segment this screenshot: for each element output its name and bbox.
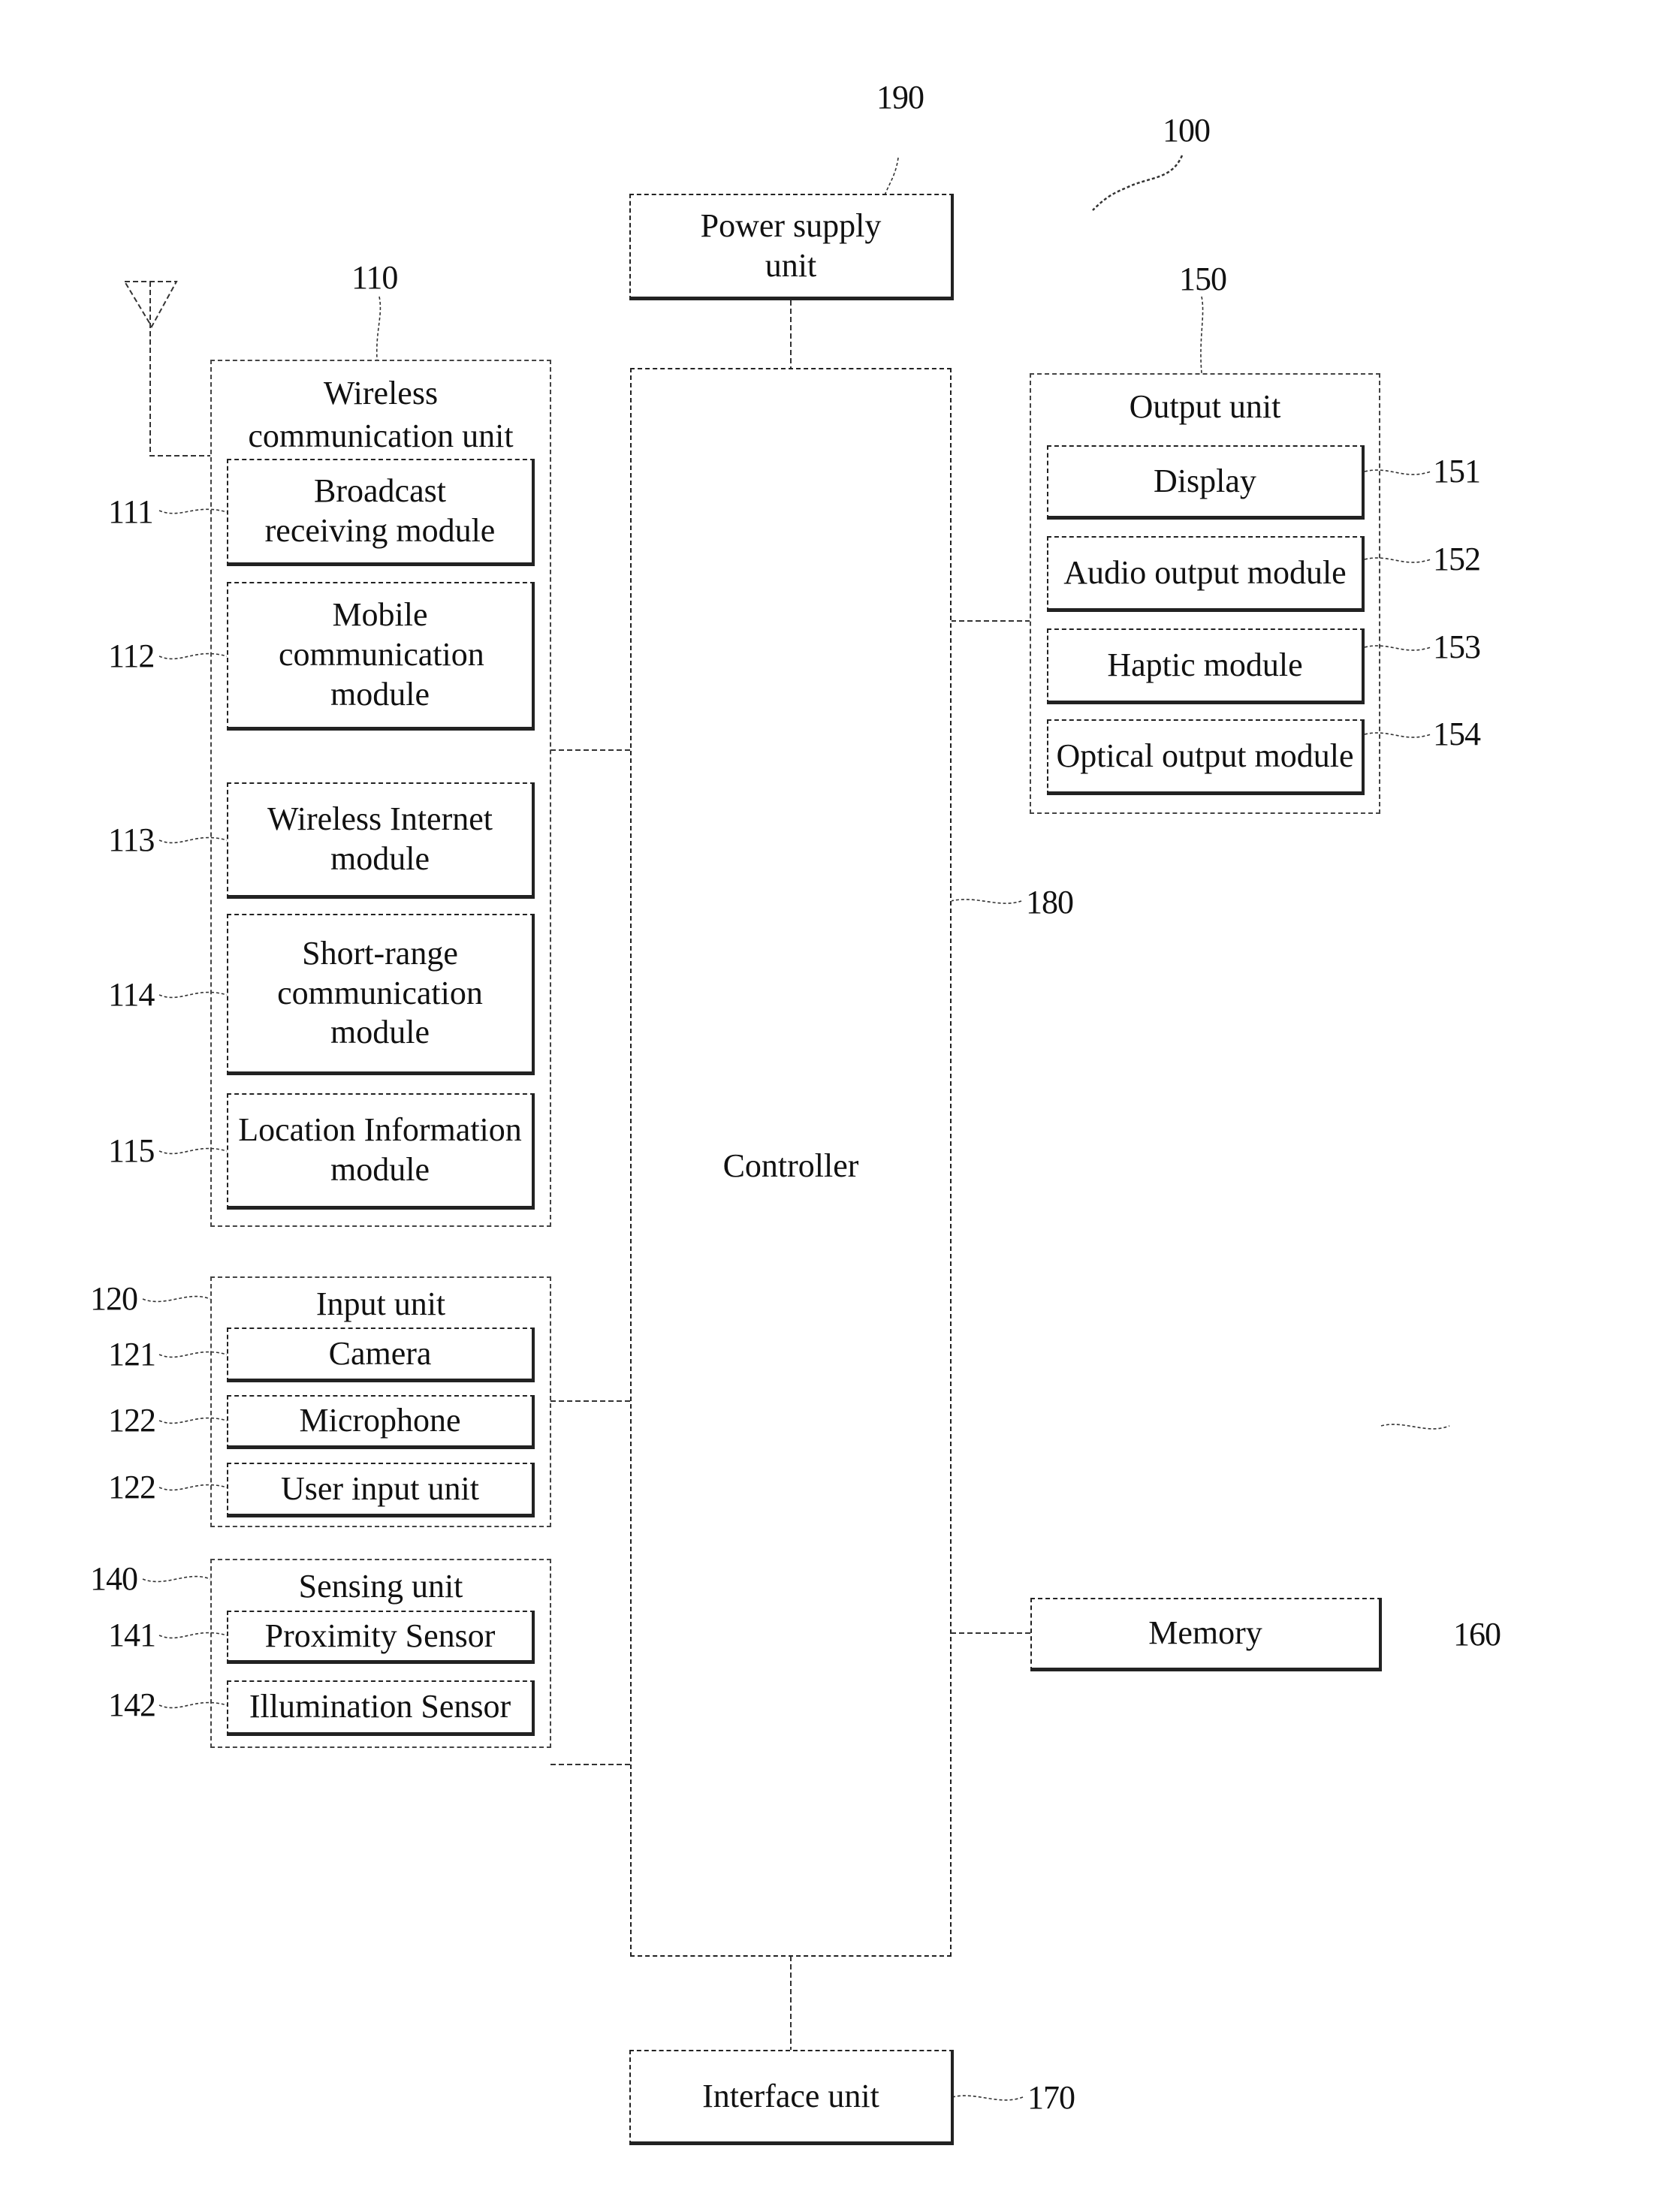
mobile-communication-module: Mobile communication module: [227, 582, 535, 731]
ref-115: 115: [108, 1132, 155, 1169]
leader-140: [142, 1575, 211, 1583]
ref-170: 170: [1027, 2079, 1075, 2116]
module-label: Broadcast receiving module: [264, 472, 496, 549]
module-label: Location Information module: [238, 1111, 522, 1188]
ref-151: 151: [1433, 453, 1481, 490]
ref-140: 140: [90, 1560, 138, 1597]
interface-label: Interface unit: [702, 2077, 879, 2114]
ref-120: 120: [90, 1280, 138, 1317]
wireless-internet-module: Wireless Internet module: [227, 782, 535, 899]
ref-112: 112: [108, 637, 155, 674]
module-label: User input unit: [281, 1469, 479, 1507]
leader-110: [376, 296, 382, 360]
controller-block: Controller: [630, 368, 952, 1957]
module-label: Display: [1154, 462, 1256, 499]
memory-label: Memory: [1148, 1614, 1262, 1652]
leader-150: [1200, 296, 1204, 374]
ref-114: 114: [108, 976, 155, 1013]
controller-label: Controller: [722, 1147, 859, 1184]
module-label: Wireless Internet module: [267, 800, 493, 877]
display-module: Display: [1047, 445, 1365, 520]
memory-block: Memory: [1030, 1598, 1382, 1671]
sensing-group-title: Sensing unit: [298, 1568, 463, 1605]
ref-141: 141: [108, 1617, 156, 1653]
module-label: Camera: [328, 1334, 432, 1372]
ref-122-microphone: 122: [108, 1402, 156, 1439]
leader-160: [1380, 1424, 1450, 1430]
ref-150: 150: [1179, 261, 1227, 297]
module-label: Mobile communication module: [279, 596, 484, 713]
leader-120: [142, 1295, 211, 1303]
location-information-module: Location Information module: [227, 1093, 535, 1210]
ref-110: 110: [351, 259, 398, 296]
ref-152: 152: [1433, 541, 1481, 577]
ref-device-100: 100: [1163, 112, 1211, 149]
output-group-title: Output unit: [1129, 388, 1281, 425]
power-supply-label: Power supply unit: [700, 206, 882, 284]
module-label: Illumination Sensor: [249, 1688, 511, 1725]
interface-unit-block: Interface unit: [629, 2050, 954, 2145]
ref-180: 180: [1026, 884, 1074, 921]
microphone-module: Microphone: [227, 1395, 535, 1449]
proximity-sensor-module: Proximity Sensor: [227, 1611, 535, 1664]
module-label: Proximity Sensor: [264, 1617, 496, 1654]
leader-100: [1092, 155, 1184, 211]
short-range-communication-module: Short-range communication module: [227, 914, 535, 1075]
ref-121: 121: [108, 1336, 156, 1373]
ref-122-user-input: 122: [108, 1469, 156, 1505]
user-input-unit-module: User input unit: [227, 1463, 535, 1517]
input-group-title: Input unit: [315, 1285, 446, 1322]
antenna-icon: [123, 281, 210, 457]
broadcast-receiving-module: Broadcast receiving module: [227, 459, 535, 566]
module-label: Haptic module: [1107, 646, 1303, 683]
ref-113: 113: [108, 821, 155, 858]
ref-153: 153: [1433, 628, 1481, 665]
power-supply-unit-block: Power supply unit: [629, 194, 954, 300]
ref-154: 154: [1433, 716, 1481, 752]
leader-170: [952, 2095, 1024, 2101]
ref-190: 190: [876, 79, 924, 116]
audio-output-module: Audio output module: [1047, 536, 1365, 612]
module-label: Audio output module: [1063, 553, 1347, 591]
leader-180: [950, 899, 1022, 904]
illumination-sensor-module: Illumination Sensor: [227, 1680, 535, 1736]
camera-module: Camera: [227, 1328, 535, 1382]
module-label: Optical output module: [1056, 737, 1354, 774]
wireless-group-title: Wireless communication unit: [248, 375, 514, 455]
ref-111: 111: [108, 493, 154, 530]
optical-output-module: Optical output module: [1047, 719, 1365, 795]
module-label: Short-range communication module: [277, 934, 483, 1051]
module-label: Microphone: [299, 1402, 461, 1439]
ref-160: 160: [1453, 1616, 1501, 1653]
haptic-module: Haptic module: [1047, 628, 1365, 704]
ref-142: 142: [108, 1686, 156, 1723]
